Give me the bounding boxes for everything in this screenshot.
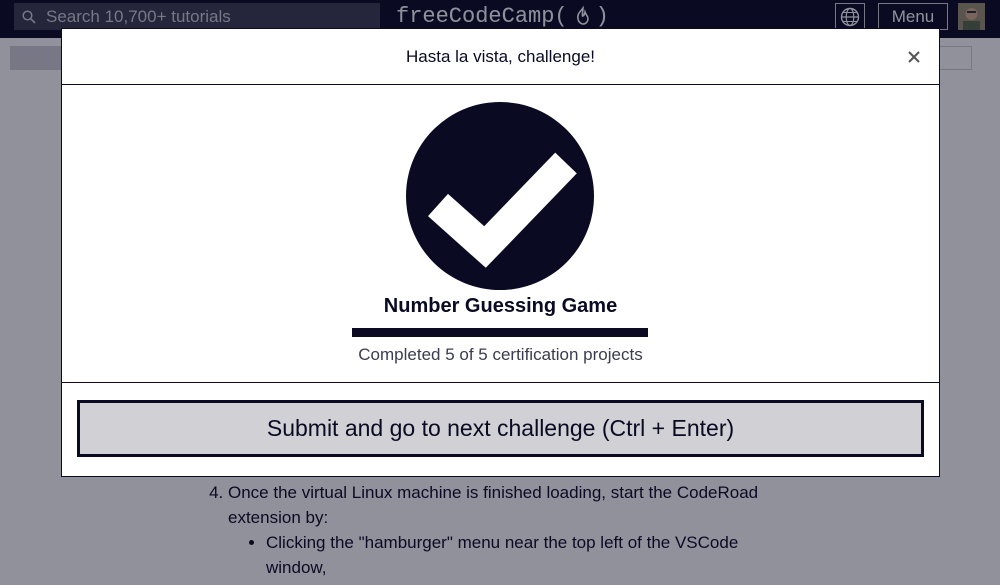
submit-next-challenge-button[interactable]: Submit and go to next challenge (Ctrl + …	[77, 400, 924, 457]
completion-modal: Hasta la vista, challenge! Number Guessi…	[61, 28, 940, 477]
project-title: Number Guessing Game	[383, 295, 618, 317]
progress-bar	[352, 328, 648, 337]
progress-fill	[352, 328, 648, 337]
close-icon	[908, 51, 920, 63]
modal-body: Number Guessing Game Completed 5 of 5 ce…	[62, 85, 939, 383]
modal-title: Hasta la vista, challenge!	[406, 47, 595, 66]
close-button[interactable]	[903, 46, 925, 68]
check-circle-icon	[406, 102, 594, 290]
modal-header: Hasta la vista, challenge!	[62, 29, 939, 85]
progress-text: Completed 5 of 5 certification projects	[358, 345, 643, 364]
